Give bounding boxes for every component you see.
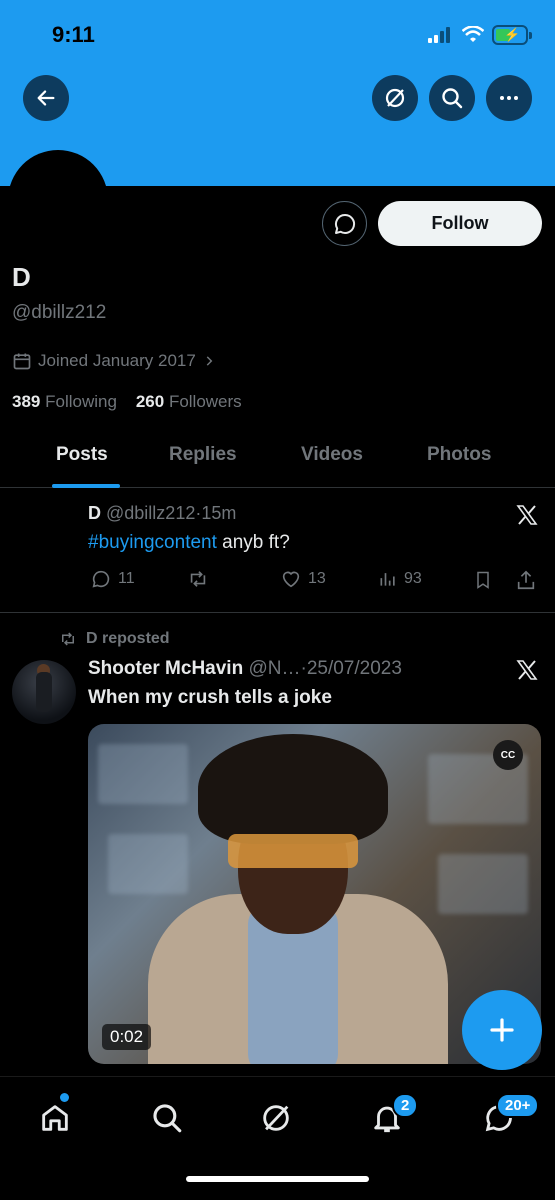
tweet-time: 15m (201, 503, 237, 523)
video-background (108, 834, 188, 894)
battery-icon: ⚡ (492, 25, 532, 45)
joined-info[interactable]: Joined January 2017 (12, 351, 216, 371)
x-logo-icon[interactable] (514, 658, 540, 682)
following-link[interactable]: 389 Following (12, 392, 117, 411)
share-icon[interactable] (514, 569, 538, 591)
repost-icon (62, 632, 74, 646)
tab-photos[interactable]: Photos (427, 444, 491, 466)
search-icon[interactable] (150, 1101, 184, 1135)
following-label: Following (45, 392, 117, 411)
joined-date: Joined January 2017 (38, 351, 196, 370)
x-logo-icon[interactable] (514, 503, 540, 527)
tweet-author[interactable]: D (88, 503, 101, 523)
video-background (98, 744, 188, 804)
view-count: 93 (404, 570, 422, 587)
video-duration: 0:02 (102, 1024, 152, 1050)
tab-posts[interactable]: Posts (56, 444, 108, 466)
profile-tabs: Posts Replies Videos Photos (0, 430, 555, 488)
tab-replies[interactable]: Replies (169, 444, 237, 466)
tab-videos[interactable]: Videos (301, 444, 363, 466)
profile-name: D (12, 262, 31, 292)
reply-icon (92, 570, 110, 588)
active-tab-indicator (52, 484, 120, 488)
search-icon (442, 88, 463, 109)
notifications-badge: 2 (392, 1093, 419, 1118)
grok-button[interactable] (372, 75, 418, 121)
home-icon[interactable] (38, 1101, 72, 1135)
reply-count: 11 (118, 570, 135, 587)
grok-icon (385, 88, 405, 108)
signal-icon (428, 27, 450, 43)
calendar-icon (13, 353, 31, 370)
reply-button[interactable]: 11 (90, 568, 135, 590)
video-background (438, 854, 528, 914)
tweet-handle[interactable]: @N… (248, 658, 300, 679)
status-bar: 9:11 ⚡ (0, 0, 555, 70)
tweet-header: Shooter McHavin @N…·25/07/2023 (88, 658, 402, 680)
tweet-author[interactable]: Shooter McHavin (88, 658, 243, 679)
more-button[interactable] (486, 75, 532, 121)
search-button[interactable] (429, 75, 475, 121)
tweet-text: When my crush tells a joke (88, 687, 332, 708)
messages-badge: 20+ (496, 1093, 540, 1118)
tweet-handle[interactable]: @dbillz212 (106, 503, 195, 523)
captions-button[interactable]: CC (493, 740, 523, 770)
tweet-text: anyb ft? (216, 532, 290, 553)
repost-label[interactable]: D reposted (86, 630, 170, 648)
repost-icon (190, 571, 206, 587)
message-icon (334, 213, 355, 234)
home-indicator (186, 1176, 369, 1182)
grok-icon[interactable] (259, 1101, 293, 1135)
video-figure (228, 834, 358, 868)
video-figure (198, 734, 388, 844)
bookmark-icon[interactable] (473, 569, 493, 591)
back-button[interactable] (23, 75, 69, 121)
more-icon (500, 96, 518, 100)
profile-handle: @dbillz212 (12, 302, 107, 323)
tweet-date: 25/07/2023 (306, 658, 402, 679)
following-count: 389 (12, 392, 41, 411)
like-count: 13 (308, 570, 326, 587)
like-button[interactable]: 13 (280, 568, 326, 590)
chevron-right-icon (206, 356, 213, 366)
views-button[interactable]: 93 (378, 568, 422, 590)
follow-stats: 389 Following 260 Followers (12, 392, 242, 412)
compose-button[interactable] (462, 990, 542, 1070)
hashtag-link[interactable]: #buyingcontent (88, 532, 217, 553)
message-button[interactable] (322, 201, 367, 246)
wifi-icon (462, 26, 484, 42)
plus-icon (490, 1018, 514, 1042)
back-arrow-icon (37, 90, 55, 106)
tweet-divider (0, 612, 555, 613)
home-new-indicator (60, 1093, 69, 1102)
status-time: 9:11 (52, 22, 95, 47)
followers-label: Followers (168, 392, 242, 411)
repost-indicator: D reposted (58, 630, 170, 648)
views-icon (380, 573, 395, 586)
heart-icon (282, 571, 300, 588)
tweet-author-avatar[interactable] (12, 660, 76, 724)
profile-avatar[interactable] (8, 150, 108, 250)
followers-link[interactable]: 260 Followers (136, 392, 242, 411)
repost-button[interactable] (186, 568, 210, 590)
tweet-header: D @dbillz212·15m (88, 503, 236, 524)
followers-count: 260 (135, 392, 165, 411)
follow-button[interactable]: Follow (378, 201, 542, 246)
tweet-body: #buyingcontent anyb ft? (88, 532, 290, 554)
